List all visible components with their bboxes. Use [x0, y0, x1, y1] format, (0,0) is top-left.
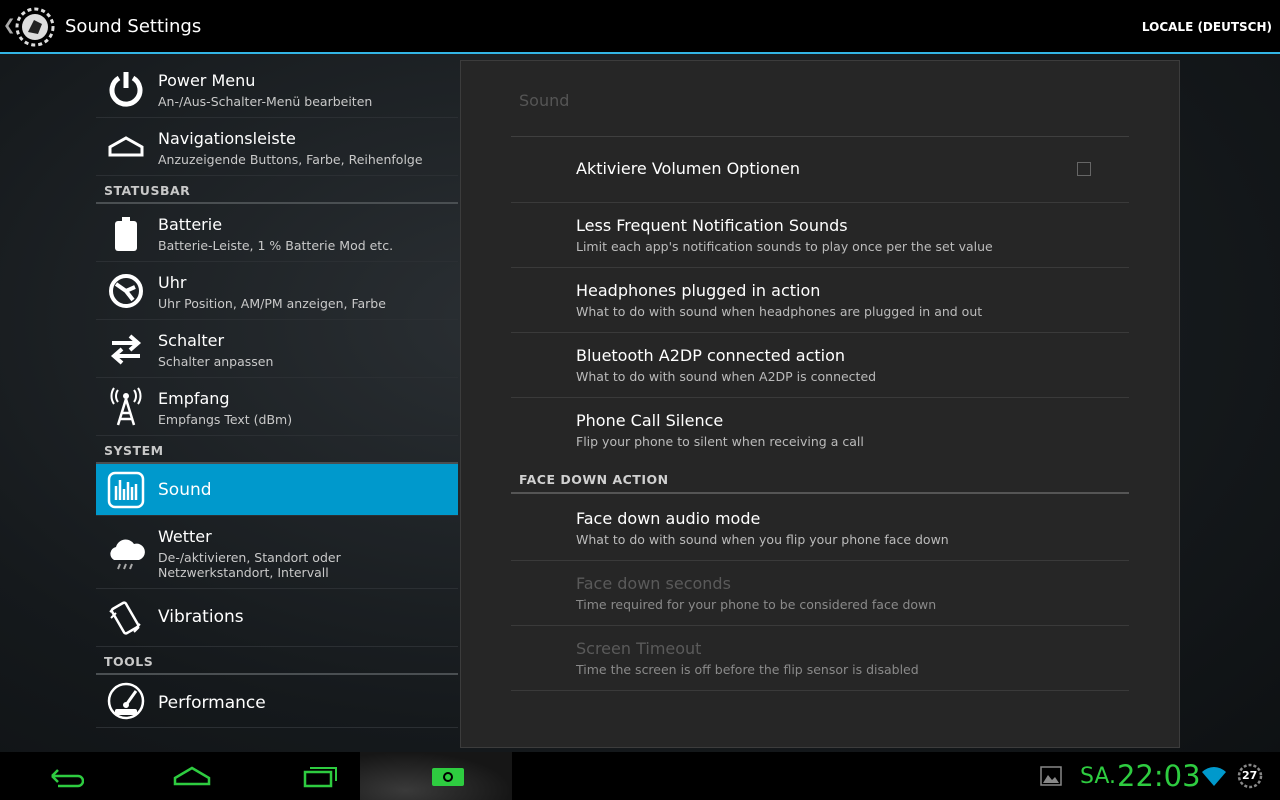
sidebar-item-title: Batterie [158, 215, 223, 234]
sidebar-item-power-menu[interactable]: Power Menu An-/Aus-Schalter-Menü bearbei… [96, 60, 458, 118]
pref-less-frequent-notification-sounds[interactable]: Less Frequent Notification Sounds Limit … [511, 202, 1129, 268]
sidebar-item-uhr[interactable]: Uhr Uhr Position, AM/PM anzeigen, Farbe [96, 262, 458, 320]
gallery-notification-icon[interactable] [1040, 766, 1062, 786]
sidebar-section-header: SYSTEM [96, 436, 458, 464]
pref-title: Aktiviere Volumen Optionen [576, 159, 800, 178]
pref-title: Bluetooth A2DP connected action [576, 346, 846, 365]
power-icon [109, 72, 143, 107]
action-bar: ❮ Sound Settings LOCALE (DEUTSCH) [0, 0, 1280, 54]
locale-button[interactable]: LOCALE (DEUTSCH) [1142, 20, 1272, 34]
toggle-arrows-icon [110, 334, 142, 365]
clock-icon [109, 274, 143, 308]
pref-summary: Flip your phone to silent when receiving… [576, 434, 864, 449]
pref-category-label: FACE DOWN ACTION [519, 472, 669, 487]
performance-gauge-icon [107, 682, 145, 720]
pref-category-face-down-action: FACE DOWN ACTION [511, 464, 1129, 494]
sidebar-item-schalter[interactable]: Schalter Schalter anpassen [96, 320, 458, 378]
sidebar-item-navigationsleiste[interactable]: Navigationsleiste Anzuzeigende Buttons, … [96, 118, 458, 176]
section-header-label: SYSTEM [104, 443, 164, 458]
pref-summary: What to do with sound when headphones ar… [576, 304, 983, 319]
sound-icon [107, 471, 145, 509]
pref-summary: Time required for your phone to be consi… [576, 597, 937, 612]
pref-title: Face down seconds [576, 574, 731, 593]
vibration-icon [109, 601, 141, 635]
pref-title: Phone Call Silence [576, 411, 724, 430]
sidebar-item-title: Sound [158, 480, 212, 500]
pref-headphones-action[interactable]: Headphones plugged in action What to do … [511, 267, 1129, 333]
battery-icon [115, 217, 137, 251]
sidebar-item-batterie[interactable]: Batterie Batterie-Leiste, 1 % Batterie M… [96, 204, 458, 262]
back-icon[interactable] [44, 762, 84, 790]
pref-title: Face down audio mode [576, 509, 761, 528]
settings-panel: Sound Aktiviere Volumen Optionen Less Fr… [460, 60, 1180, 748]
section-header-label: STATUSBAR [104, 183, 191, 198]
pref-phone-call-silence[interactable]: Phone Call Silence Flip your phone to si… [511, 397, 1129, 462]
sidebar-section-header: TOOLS [96, 647, 458, 675]
sidebar-section-header: STATUSBAR [96, 176, 458, 204]
pref-title: Screen Timeout [576, 639, 702, 658]
sidebar-item-subtitle: De-/aktivieren, Standort oder Netzwerkst… [158, 550, 341, 580]
sidebar-item-title: Schalter [158, 331, 225, 350]
clock-day: SA. [1080, 764, 1117, 789]
pref-summary: Time the screen is off before the flip s… [576, 662, 919, 677]
sidebar-item-title: Wetter [158, 527, 212, 546]
pref-screen-timeout: Screen Timeout Time the screen is off be… [511, 625, 1129, 691]
pref-title: Less Frequent Notification Sounds [576, 216, 848, 235]
pref-summary: Limit each app's notification sounds to … [576, 239, 993, 254]
sidebar: Power Menu An-/Aus-Schalter-Menü bearbei… [96, 60, 458, 728]
pref-title: Headphones plugged in action [576, 281, 821, 300]
app-logo-icon[interactable] [14, 6, 56, 48]
signal-tower-icon [110, 387, 142, 426]
sidebar-item-wetter[interactable]: Wetter De-/aktivieren, Standort oder Net… [96, 516, 458, 589]
sidebar-item-performance[interactable]: Performance [96, 675, 458, 728]
recent-apps-icon[interactable] [300, 762, 340, 790]
sidebar-item-subtitle: Anzuzeigende Buttons, Farbe, Reihenfolge [158, 152, 423, 167]
pref-volume-options[interactable]: Aktiviere Volumen Optionen [511, 137, 1129, 203]
pref-summary: What to do with sound when you flip your… [576, 532, 949, 547]
home-icon[interactable] [172, 762, 212, 790]
sidebar-item-title: Power Menu [158, 71, 256, 90]
weather-icon [110, 539, 145, 570]
sidebar-item-title: Performance [158, 693, 266, 713]
sidebar-item-subtitle: Schalter anpassen [158, 354, 274, 369]
battery-level-text: 27 [1242, 769, 1258, 782]
sidebar-item-subtitle: Uhr Position, AM/PM anzeigen, Farbe [158, 296, 386, 311]
pref-summary: What to do with sound when A2DP is conne… [576, 369, 877, 384]
volume-options-checkbox[interactable] [1077, 162, 1091, 176]
pref-bluetooth-a2dp-action[interactable]: Bluetooth A2DP connected action What to … [511, 332, 1129, 398]
pref-face-down-audio-mode[interactable]: Face down audio mode What to do with sou… [511, 495, 1129, 561]
sidebar-item-title: Empfang [158, 389, 230, 408]
navbar-icon [108, 136, 144, 157]
clock-time[interactable]: 22:03 [1117, 759, 1201, 793]
sidebar-item-title: Vibrations [158, 607, 244, 627]
page-title: Sound Settings [65, 16, 202, 37]
screenshot-icon[interactable] [428, 762, 468, 790]
section-header-label: TOOLS [104, 654, 154, 669]
sidebar-item-title: Uhr [158, 273, 187, 292]
sidebar-item-subtitle: An-/Aus-Schalter-Menü bearbeiten [158, 94, 373, 109]
sidebar-item-title: Navigationsleiste [158, 129, 296, 148]
sidebar-item-empfang[interactable]: Empfang Empfangs Text (dBm) [96, 378, 458, 436]
wifi-icon [1202, 767, 1226, 786]
panel-title: Sound [519, 91, 570, 110]
sidebar-item-subtitle: Batterie-Leiste, 1 % Batterie Mod etc. [158, 238, 394, 253]
sidebar-item-sound[interactable]: Sound [96, 464, 458, 516]
pref-face-down-seconds: Face down seconds Time required for your… [511, 560, 1129, 626]
sidebar-item-vibrations[interactable]: Vibrations [96, 589, 458, 647]
sidebar-item-subtitle: Empfangs Text (dBm) [158, 412, 293, 427]
